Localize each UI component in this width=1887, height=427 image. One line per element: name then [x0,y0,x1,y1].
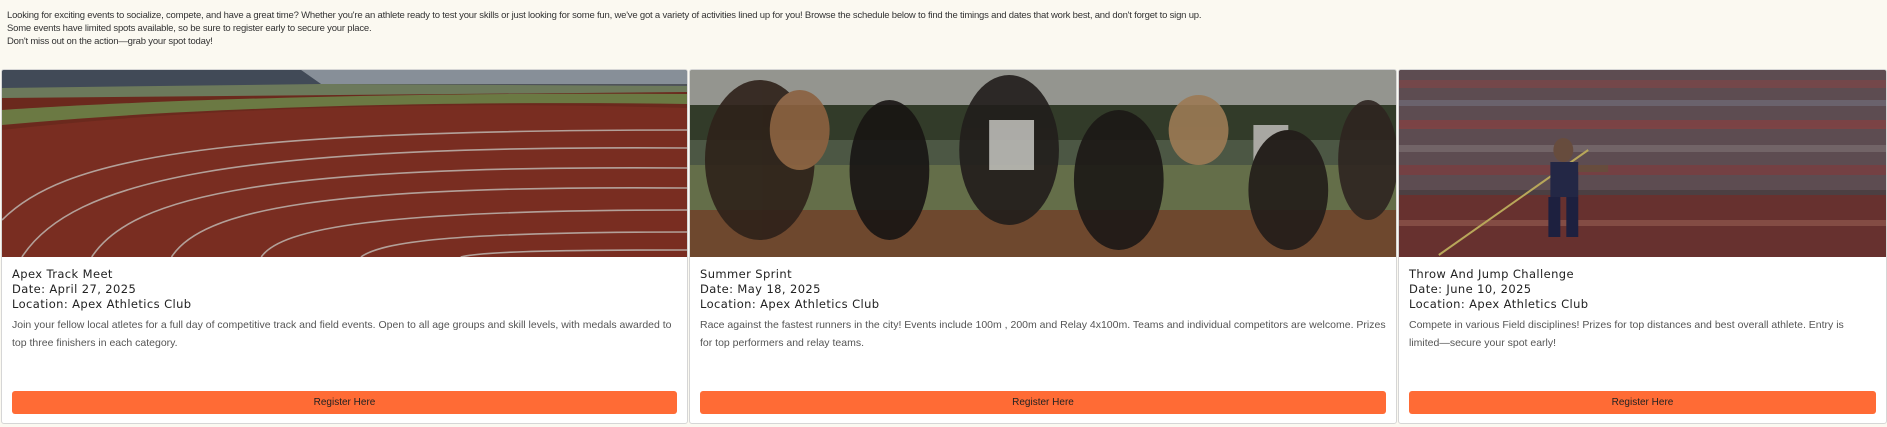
register-button[interactable]: Register Here [12,391,677,414]
javelin-thrower-photo [1399,70,1886,257]
event-description: Race against the fastest runners in the … [700,319,1386,349]
event-description: Join your fellow local atletes for a ful… [12,319,672,349]
event-title: Apex Track Meet [12,267,113,281]
event-location: Location: Apex Athletics Club [700,297,880,311]
card-body: Apex Track Meet Date: April 27, 2025 Loc… [12,267,677,352]
event-title: Throw And Jump Challenge [1409,267,1574,281]
intro-line-2: Some events have limited spots available… [7,23,372,34]
event-date: Date: May 18, 2025 [700,282,821,296]
event-location: Location: Apex Athletics Club [12,297,192,311]
event-cards: Apex Track Meet Date: April 27, 2025 Loc… [1,69,1887,424]
register-button[interactable]: Register Here [1409,391,1876,414]
intro-line-3: Don't miss out on the action—grab your s… [7,36,213,47]
event-card-throw-and-jump-challenge: Throw And Jump Challenge Date: June 10, … [1398,69,1887,424]
event-description: Compete in various Field disciplines! Pr… [1409,319,1844,349]
sprinters-photo [690,70,1396,257]
intro-line-1: Looking for exciting events to socialize… [7,10,1202,21]
running-track-photo [2,70,687,257]
event-card-summer-sprint: Summer Sprint Date: May 18, 2025 Locatio… [689,69,1397,424]
intro-text: Looking for exciting events to socialize… [7,9,1867,48]
event-card-apex-track-meet: Apex Track Meet Date: April 27, 2025 Loc… [1,69,688,424]
event-title: Summer Sprint [700,267,792,281]
register-button[interactable]: Register Here [700,391,1386,414]
event-date: Date: June 10, 2025 [1409,282,1532,296]
card-body: Summer Sprint Date: May 18, 2025 Locatio… [700,267,1386,352]
card-body: Throw And Jump Challenge Date: June 10, … [1409,267,1876,352]
event-location: Location: Apex Athletics Club [1409,297,1589,311]
event-date: Date: April 27, 2025 [12,282,137,296]
